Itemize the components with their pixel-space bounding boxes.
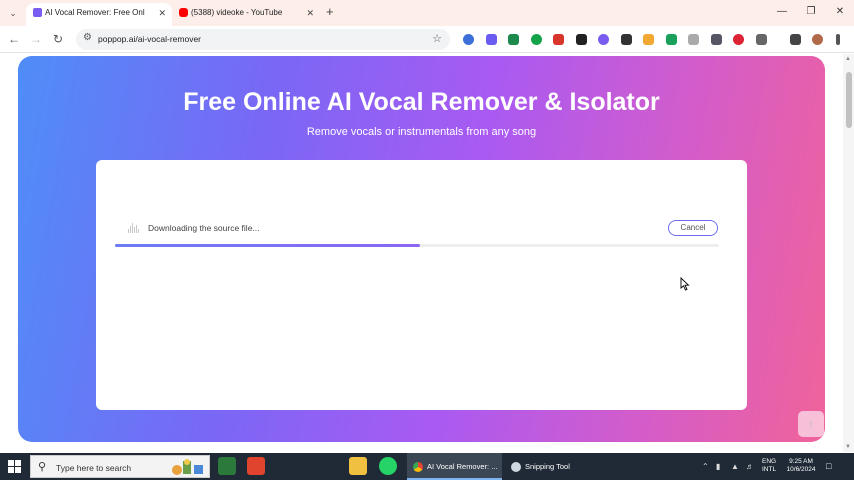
tab-search-chevron-down-icon[interactable]: ⌄	[6, 6, 20, 20]
windows-taskbar: ⚲ Type here to search AI Vocal Remover: …	[0, 453, 854, 480]
extension-13-icon[interactable]	[733, 34, 744, 45]
reload-icon[interactable]: ↻	[50, 31, 66, 47]
restore-icon[interactable]: ❐	[803, 5, 819, 19]
pen-extension-icon[interactable]	[621, 34, 632, 45]
extension-6-icon[interactable]	[576, 34, 587, 45]
camera-extension-icon[interactable]	[688, 34, 699, 45]
grammarly-extension-icon[interactable]	[531, 34, 542, 45]
mouse-cursor-icon	[680, 277, 690, 291]
extension-3-icon[interactable]	[508, 34, 519, 45]
tab-title: (5388) videoke - YouTube	[191, 8, 283, 17]
extension-1-icon[interactable]	[463, 34, 474, 45]
url-text[interactable]: poppop.ai/ai-vocal-remover	[98, 34, 201, 44]
clock-time: 9:25 AM	[789, 458, 813, 465]
upload-progress-card: Downloading the source file... Cancel	[96, 160, 747, 410]
extension-7-icon[interactable]	[598, 34, 609, 45]
status-text: Downloading the source file...	[148, 223, 260, 233]
profile-avatar-icon[interactable]	[812, 34, 823, 45]
scroll-down-arrow-icon[interactable]: ▼	[845, 444, 851, 450]
language-layout: INTL	[762, 466, 777, 473]
volume-icon[interactable]: ♬	[746, 462, 754, 471]
scroll-thumb[interactable]	[846, 72, 852, 128]
page-scrollbar[interactable]: ▲ ▼	[843, 54, 854, 452]
window-close-icon[interactable]: ✕	[832, 5, 848, 19]
bookmark-star-icon[interactable]: ☆	[432, 32, 442, 45]
extension-12-icon[interactable]	[711, 34, 722, 45]
extension-5-icon[interactable]	[553, 34, 564, 45]
tab-youtube[interactable]: (5388) videoke - YouTube ✕	[172, 3, 320, 26]
show-hidden-chevron-up-icon[interactable]: ⌃	[702, 462, 709, 471]
minimize-icon[interactable]: —	[774, 5, 790, 19]
language-code: ENG	[762, 458, 777, 465]
back-arrow-left-icon[interactable]: ←	[6, 31, 22, 47]
page-title: Free Online AI Vocal Remover & Isolator	[183, 88, 660, 116]
menu-kebab-icon[interactable]	[836, 34, 840, 45]
browser-toolbar: ← → ↻ ⚙ poppop.ai/ai-vocal-remover ☆	[0, 26, 854, 53]
tab-strip: ⌄ AI Vocal Remover: Free Online ✕ (5388)…	[0, 0, 854, 26]
system-tray: ⌃ ▮ ▲ ♬ ENG INTL 9:25 AM 10/6/2024 □	[0, 453, 854, 480]
site-info-tune-icon[interactable]: ⚙	[83, 32, 92, 43]
web-page: Free Online AI Vocal Remover & Isolator …	[0, 54, 843, 452]
poppop-favicon-icon	[33, 8, 42, 17]
hero-banner: Free Online AI Vocal Remover & Isolator …	[18, 56, 825, 442]
youtube-favicon-icon	[179, 8, 188, 17]
tab-close-icon[interactable]: ✕	[158, 3, 166, 23]
new-tab-plus-icon[interactable]: +	[326, 5, 334, 19]
taskbar-clock[interactable]: 9:25 AM 10/6/2024	[784, 458, 818, 474]
extensions-puzzle-icon[interactable]	[756, 34, 767, 45]
audio-wave-icon	[128, 223, 140, 233]
cancel-button[interactable]: Cancel	[668, 220, 718, 236]
input-language[interactable]: ENG INTL	[762, 458, 776, 474]
forward-arrow-right-icon[interactable]: →	[28, 31, 44, 47]
extension-2-icon[interactable]	[486, 34, 497, 45]
download-icon[interactable]	[790, 34, 801, 45]
tab-title: AI Vocal Remover: Free Online	[45, 8, 145, 17]
tab-ai-vocal-remover[interactable]: AI Vocal Remover: Free Online ✕	[26, 3, 172, 26]
address-bar[interactable]: ⚙ poppop.ai/ai-vocal-remover ☆	[76, 29, 450, 50]
scroll-up-arrow-icon[interactable]: ▲	[845, 56, 851, 62]
tab-close-icon[interactable]: ✕	[306, 3, 314, 23]
battery-icon[interactable]: ▮	[716, 462, 720, 471]
notifications-icon[interactable]: □	[826, 461, 831, 471]
network-icon[interactable]: ▲	[731, 462, 739, 471]
scroll-to-top-arrow-up-icon[interactable]: ↑	[798, 411, 824, 437]
extension-10-icon[interactable]	[666, 34, 677, 45]
page-subtitle: Remove vocals or instrumentals from any …	[306, 126, 537, 138]
progress-bar	[115, 244, 719, 247]
extension-9-icon[interactable]	[643, 34, 654, 45]
clock-date: 10/6/2024	[786, 466, 816, 473]
progress-fill	[115, 244, 421, 247]
